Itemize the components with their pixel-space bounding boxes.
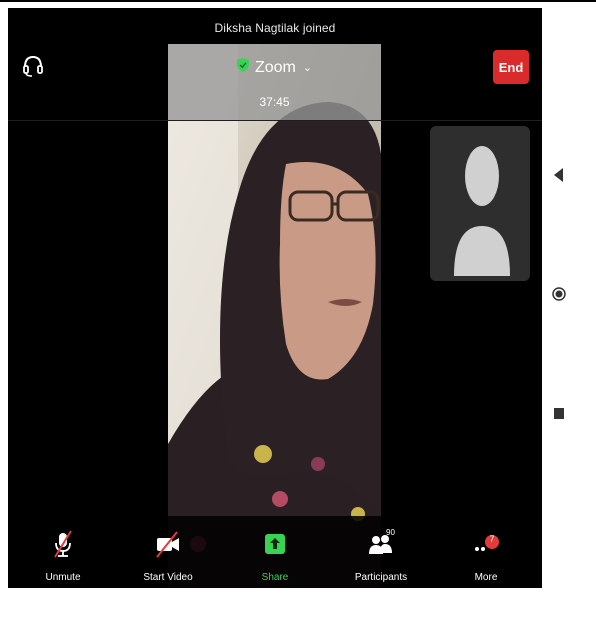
top-rule (0, 0, 596, 2)
share-arrow-icon (245, 530, 305, 558)
end-meeting-button[interactable]: End (493, 50, 529, 84)
system-navigation-bar (552, 0, 568, 636)
chevron-down-icon: ⌄ (302, 62, 313, 74)
participants-label: Participants (354, 572, 408, 583)
more-button[interactable]: 7 More (441, 516, 531, 588)
more-dots-icon: 7 (456, 530, 516, 558)
speaker-illustration (168, 44, 381, 588)
home-circle-icon[interactable] (552, 287, 566, 306)
meeting-toolbar: Unmute Start Video Share 90 Participants… (8, 516, 542, 588)
start-video-label: Start Video (143, 572, 193, 583)
avatar-placeholder-icon (454, 146, 510, 276)
unmute-label: Unmute (45, 572, 81, 583)
more-label: More (474, 572, 498, 583)
meeting-header-panel: Zoom ⌄ 37:45 (168, 44, 381, 120)
microphone-muted-icon (33, 530, 93, 558)
participants-icon: 90 (351, 528, 411, 558)
headset-icon[interactable] (22, 54, 44, 78)
meeting-timer: 37:45 (259, 95, 290, 109)
share-label: Share (261, 572, 289, 583)
self-video-tile[interactable] (430, 126, 530, 281)
video-camera-off-icon (138, 530, 198, 558)
more-badge: 7 (489, 534, 495, 544)
header-divider (8, 120, 542, 121)
back-triangle-icon[interactable] (554, 168, 564, 187)
join-notification: Diksha Nagtilak joined (214, 21, 336, 35)
participants-button[interactable]: 90 Participants (336, 516, 426, 588)
unmute-button[interactable]: Unmute (18, 516, 108, 588)
active-speaker-video (168, 44, 381, 588)
recent-square-icon[interactable] (554, 406, 564, 424)
meeting-screen: Diksha Nagtilak joined End Zoom ⌄ 37:45 (8, 8, 542, 588)
meeting-name: Zoom (254, 58, 296, 76)
meeting-info-dropdown[interactable]: Zoom ⌄ (168, 58, 381, 77)
start-video-button[interactable]: Start Video (123, 516, 213, 588)
share-button[interactable]: Share (230, 516, 320, 588)
shield-icon (236, 58, 249, 77)
participants-count: 90 (386, 528, 395, 537)
